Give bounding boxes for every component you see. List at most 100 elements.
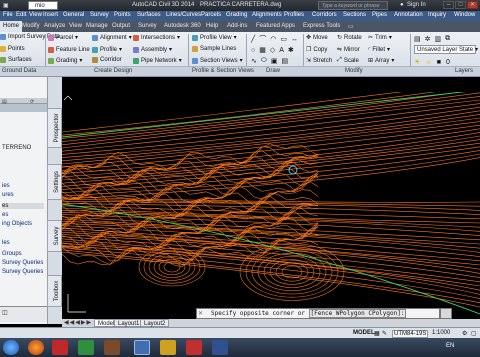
tree-item[interactable]: es — [2, 212, 8, 218]
rotate-button[interactable]: ↻ Rotate — [337, 34, 362, 42]
close-button[interactable]: ✕ — [467, 1, 478, 9]
coordinate-system[interactable]: UTM84-19S — [392, 330, 429, 338]
block-icon[interactable]: ▣ — [271, 57, 280, 65]
menu-annotation[interactable]: Annotation — [394, 12, 423, 18]
menu-insert[interactable]: Insert — [43, 12, 58, 18]
alignment-button[interactable]: Alignment ▾ — [92, 34, 132, 41]
media-icon[interactable] — [186, 340, 202, 355]
tree-item[interactable]: ies — [2, 183, 10, 189]
viewport-icon[interactable]: ▦ — [374, 330, 380, 337]
language-indicator[interactable]: EN — [446, 343, 454, 349]
tree-item[interactable]: Survey Queries — [2, 260, 43, 266]
tab-home[interactable]: Home — [0, 21, 23, 32]
tab-analyze[interactable]: Analyze — [44, 23, 65, 29]
acrobat-icon[interactable] — [52, 340, 68, 355]
layer-visibility-row[interactable]: ☀ ☼ ■ 0 — [414, 58, 453, 67]
tab-express-tools[interactable]: Express Tools — [303, 23, 340, 29]
surfaces-button[interactable]: Surfaces — [0, 57, 32, 63]
menu-lines-curves[interactable]: Lines/Curves — [166, 12, 201, 18]
point-icon[interactable]: ✱ — [288, 46, 296, 54]
menu-parcels[interactable]: Parcels — [201, 12, 221, 18]
layout-nav-arrows[interactable]: ◀◀◀▶▶ — [64, 319, 92, 326]
ellipse-icon[interactable]: ⬭ — [261, 57, 269, 65]
tree-item[interactable]: ures — [2, 192, 14, 198]
tab-toolbox[interactable]: Toolbox — [47, 275, 62, 307]
menu-general[interactable]: General — [63, 12, 84, 18]
circle-icon[interactable]: ○ — [251, 47, 257, 54]
civil3d-taskbar-icon[interactable] — [134, 340, 150, 355]
menu-edit[interactable]: Edit — [16, 12, 26, 18]
color-swatch-icon[interactable]: ■ — [437, 59, 444, 66]
parcel-button[interactable]: Parcel ▾ — [48, 34, 78, 41]
menu-grading[interactable]: Grading — [226, 12, 247, 18]
profile-view-button[interactable]: Profile View ▾ — [192, 34, 237, 41]
menu-inquiry[interactable]: Inquiry — [428, 12, 446, 18]
draw-tools-row3[interactable]: ∿ ⬭ ▣ ▤ — [251, 57, 290, 65]
sample-lines-button[interactable]: Sample Lines — [192, 46, 236, 52]
draw-tools-row1[interactable]: ╱ ⌒ ◠ ▭ ↔ — [251, 34, 300, 44]
app-menu-icon[interactable]: ▣ — [3, 2, 9, 9]
menu-profiles[interactable]: Profiles — [284, 12, 304, 18]
tab-view[interactable]: View — [69, 23, 82, 29]
intersections-button[interactable]: Intersections ▾ — [133, 34, 180, 41]
tab-autodesk-360[interactable]: Autodesk 360 — [164, 23, 201, 29]
draw-tools-row2[interactable]: ○ ▦ ◇ A ✱ — [251, 46, 296, 55]
settings-icon[interactable]: ⚙ — [462, 330, 467, 337]
layer-lock-icon[interactable]: ▥ — [435, 35, 444, 43]
folder-icon[interactable] — [160, 340, 176, 355]
workspace-selector[interactable]: mio — [28, 1, 58, 10]
menu-view[interactable]: View — [29, 12, 42, 18]
model-space-toggle[interactable]: MODEL — [353, 330, 375, 336]
tab-featured-apps[interactable]: Featured Apps — [256, 23, 295, 29]
array-button[interactable]: ⊞ Array ▾ — [368, 57, 394, 65]
tab-survey-panel[interactable]: Survey — [47, 220, 62, 252]
tree-item[interactable]: Groups — [2, 251, 22, 257]
assembly-button[interactable]: Assembly ▾ — [133, 46, 172, 53]
firefox-icon[interactable] — [28, 340, 44, 355]
mirror-button[interactable]: ⇋ Mirror — [337, 46, 360, 54]
menu-alignments[interactable]: Alignments — [252, 12, 282, 18]
search-input[interactable]: Type a keyword or phrase — [318, 1, 388, 10]
tab-add-ins[interactable]: Add-ins — [227, 23, 247, 29]
pipe-network-button[interactable]: Pipe Network ▾ — [133, 57, 182, 64]
command-close-icon[interactable]: ✕ — [198, 310, 203, 317]
file-explorer-icon[interactable] — [104, 340, 120, 355]
menu-surfaces[interactable]: Surfaces — [137, 12, 161, 18]
menu-pipes[interactable]: Pipes — [372, 12, 387, 18]
dimension-icon[interactable]: ↔ — [291, 36, 300, 43]
minimize-button[interactable]: – — [443, 1, 454, 9]
tab-output[interactable]: Output — [112, 23, 130, 29]
layer-state-dropdown[interactable]: Unsaved Layer State ▾ — [414, 45, 478, 54]
tree-item-drawing[interactable]: TERRENO — [2, 145, 31, 151]
rectangle-icon[interactable]: ▭ — [280, 35, 289, 43]
menu-file[interactable]: File — [3, 12, 13, 18]
layer-tools-row[interactable]: ▤ ✲ ▥ ⧉ — [414, 35, 452, 43]
menu-sections[interactable]: Sections — [343, 12, 366, 18]
stretch-button[interactable]: ⇲ Stretch — [306, 57, 332, 65]
text-icon[interactable]: A — [279, 47, 286, 54]
excel-icon[interactable] — [78, 340, 94, 355]
start-button[interactable] — [3, 340, 19, 355]
maximize-button[interactable]: □ — [455, 1, 466, 9]
tree-item[interactable]: ing Objects — [2, 221, 32, 227]
layer-zero-icon[interactable]: 0 — [446, 59, 453, 66]
line-icon[interactable]: ╱ — [251, 35, 257, 43]
points-button[interactable]: Points — [0, 46, 25, 52]
tab-layout2[interactable]: Layout2 — [140, 319, 170, 327]
bulb-icon[interactable]: ☀ — [414, 58, 423, 66]
layer-match-icon[interactable]: ⧉ — [445, 35, 452, 43]
tab-help[interactable]: Help — [206, 23, 218, 29]
annotation-icon[interactable]: ✎ — [382, 330, 387, 337]
table-icon[interactable]: ▤ — [281, 57, 290, 65]
tab-modify[interactable]: Modify — [22, 23, 40, 29]
tab-survey[interactable]: Survey — [138, 23, 157, 29]
region-icon[interactable]: ◇ — [270, 46, 277, 54]
section-views-button[interactable]: Section Views ▾ — [192, 57, 243, 64]
polyline-icon[interactable]: ⌒ — [259, 34, 268, 44]
copy-button[interactable]: ❐ Copy — [306, 46, 327, 54]
menu-corridors[interactable]: Corridors — [312, 12, 337, 18]
command-options[interactable]: [Fence WPolygon CPolygon]: — [308, 309, 407, 318]
annotation-scale[interactable]: 1:1000 — [432, 330, 450, 336]
fillet-button[interactable]: ◜ Fillet ▾ — [368, 46, 390, 54]
sign-in-link[interactable]: Sign In — [407, 2, 426, 8]
